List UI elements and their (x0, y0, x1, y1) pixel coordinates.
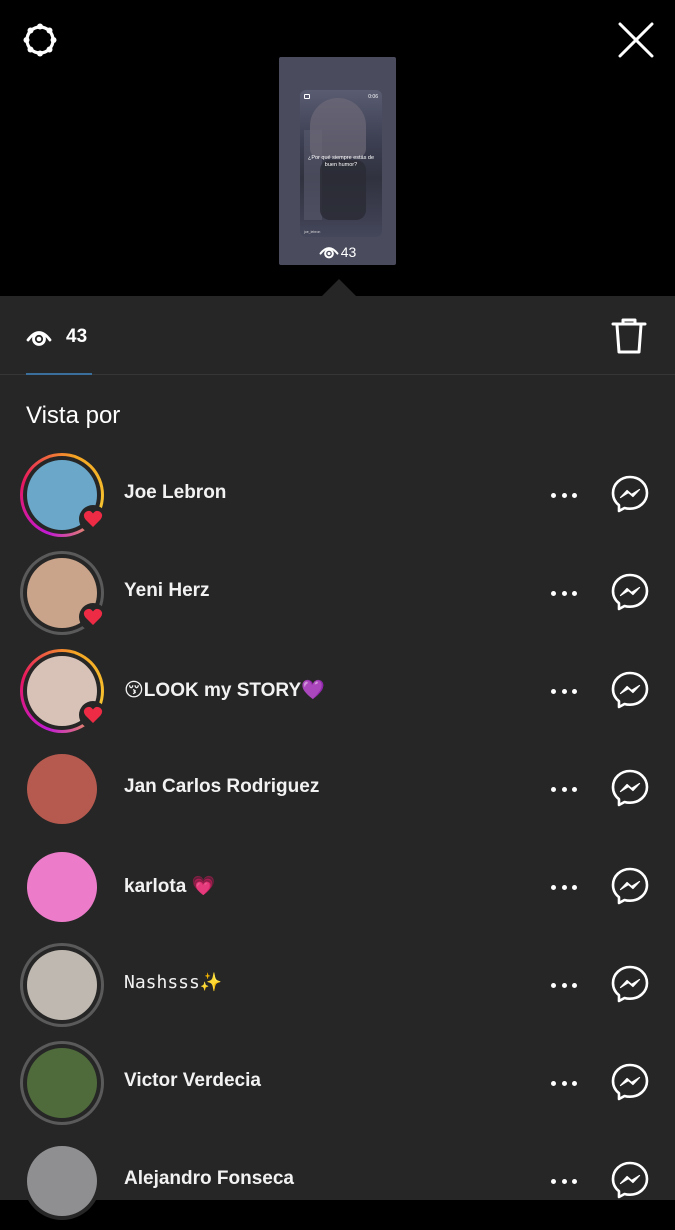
story-header: 0:06 ¿Por qué siempre estás de buen humo… (0, 0, 675, 296)
message-button[interactable] (610, 670, 650, 710)
like-badge (79, 505, 107, 533)
eye-icon (26, 331, 52, 346)
more-options-button[interactable] (548, 678, 580, 704)
more-icon (551, 1080, 556, 1086)
messenger-icon (611, 475, 649, 513)
messenger-icon (611, 1161, 649, 1199)
like-badge (79, 701, 107, 729)
thumbnail-pointer (322, 279, 356, 296)
viewer-name[interactable]: Jan Carlos Rodriguez (124, 776, 319, 798)
heart-icon (83, 706, 103, 723)
viewer-name[interactable]: Nashsss✨ (124, 972, 222, 993)
more-icon (551, 786, 556, 792)
trash-icon (611, 318, 647, 354)
list-item[interactable]: Victor Verdecia (0, 1034, 675, 1132)
story-username: joe_lebron (304, 230, 321, 234)
viewer-list: Joe Lebron Yeni Herz 😚LOOK my STORY💜 Jan Ca… (0, 446, 675, 1230)
more-options-button[interactable] (548, 776, 580, 802)
message-button[interactable] (610, 1062, 650, 1102)
message-button[interactable] (610, 1160, 650, 1200)
list-item[interactable]: 😚LOOK my STORY💜 (0, 642, 675, 740)
avatar-image (27, 1146, 97, 1216)
more-icon (551, 1178, 556, 1184)
viewer-name[interactable]: karlota 💗 (124, 874, 215, 898)
avatar-image (27, 1048, 97, 1118)
story-thumbnail[interactable]: 0:06 ¿Por qué siempre estás de buen humo… (279, 57, 396, 265)
list-item[interactable]: Jan Carlos Rodriguez (0, 740, 675, 838)
views-count: 43 (66, 326, 88, 347)
more-options-button[interactable] (548, 482, 580, 508)
viewer-name[interactable]: 😚LOOK my STORY💜 (124, 678, 325, 702)
messenger-icon (611, 573, 649, 611)
like-badge (79, 603, 107, 631)
avatar[interactable] (20, 551, 107, 635)
message-button[interactable] (610, 474, 650, 514)
avatar[interactable] (20, 845, 104, 929)
messenger-icon (611, 965, 649, 1003)
viewers-sheet: 43 Vista por Joe Lebron Yeni Herz 😚LOOK my… (0, 296, 675, 1220)
message-button[interactable] (610, 866, 650, 906)
eye-icon (319, 247, 339, 259)
message-button[interactable] (610, 768, 650, 808)
thumbnail-view-count: 43 (279, 244, 396, 260)
more-icon (551, 688, 556, 694)
viewer-name[interactable]: Alejandro Fonseca (124, 1168, 294, 1190)
more-icon (551, 884, 556, 890)
story-caption: ¿Por qué siempre estás de buen humor? (307, 155, 375, 168)
avatar[interactable] (20, 1139, 104, 1223)
thumbnail-views-label: 43 (340, 244, 357, 260)
tab-views[interactable]: 43 (26, 322, 87, 352)
heart-icon (83, 608, 103, 625)
more-options-button[interactable] (548, 1070, 580, 1096)
messenger-icon (611, 671, 649, 709)
list-item[interactable]: Joe Lebron (0, 446, 675, 544)
settings-button[interactable] (20, 20, 60, 60)
avatar-image (27, 852, 97, 922)
list-item[interactable]: Alejandro Fonseca (0, 1132, 675, 1230)
viewer-name[interactable]: Joe Lebron (124, 482, 226, 504)
more-icon (551, 492, 556, 498)
avatar[interactable] (20, 943, 104, 1027)
messenger-icon (611, 1063, 649, 1101)
avatar[interactable] (20, 649, 107, 733)
avatar-image (27, 950, 97, 1020)
list-item[interactable]: Yeni Herz (0, 544, 675, 642)
avatar[interactable] (20, 747, 104, 831)
message-button[interactable] (610, 572, 650, 612)
delete-button[interactable] (610, 316, 648, 356)
section-title: Vista por (26, 402, 121, 429)
viewer-name[interactable]: Victor Verdecia (124, 1070, 261, 1092)
viewer-name[interactable]: Yeni Herz (124, 580, 210, 602)
messenger-icon (611, 769, 649, 807)
more-options-button[interactable] (548, 1168, 580, 1194)
settings-icon (23, 23, 57, 57)
close-button[interactable] (616, 20, 656, 60)
avatar-image (27, 754, 97, 824)
more-icon (551, 590, 556, 596)
camera-icon (304, 94, 310, 99)
heart-icon (83, 510, 103, 527)
tab-indicator (26, 373, 92, 375)
list-item[interactable]: karlota 💗 (0, 838, 675, 936)
messenger-icon (611, 867, 649, 905)
avatar[interactable] (20, 453, 107, 537)
list-item[interactable]: Nashsss✨ (0, 936, 675, 1034)
more-options-button[interactable] (548, 874, 580, 900)
more-icon (551, 982, 556, 988)
stats-bar: 43 (0, 296, 675, 375)
more-options-button[interactable] (548, 580, 580, 606)
message-button[interactable] (610, 964, 650, 1004)
avatar[interactable] (20, 1041, 104, 1125)
close-icon (618, 22, 654, 58)
story-preview-image: 0:06 ¿Por qué siempre estás de buen humo… (300, 90, 382, 237)
story-time: 0:06 (368, 94, 378, 100)
more-options-button[interactable] (548, 972, 580, 998)
